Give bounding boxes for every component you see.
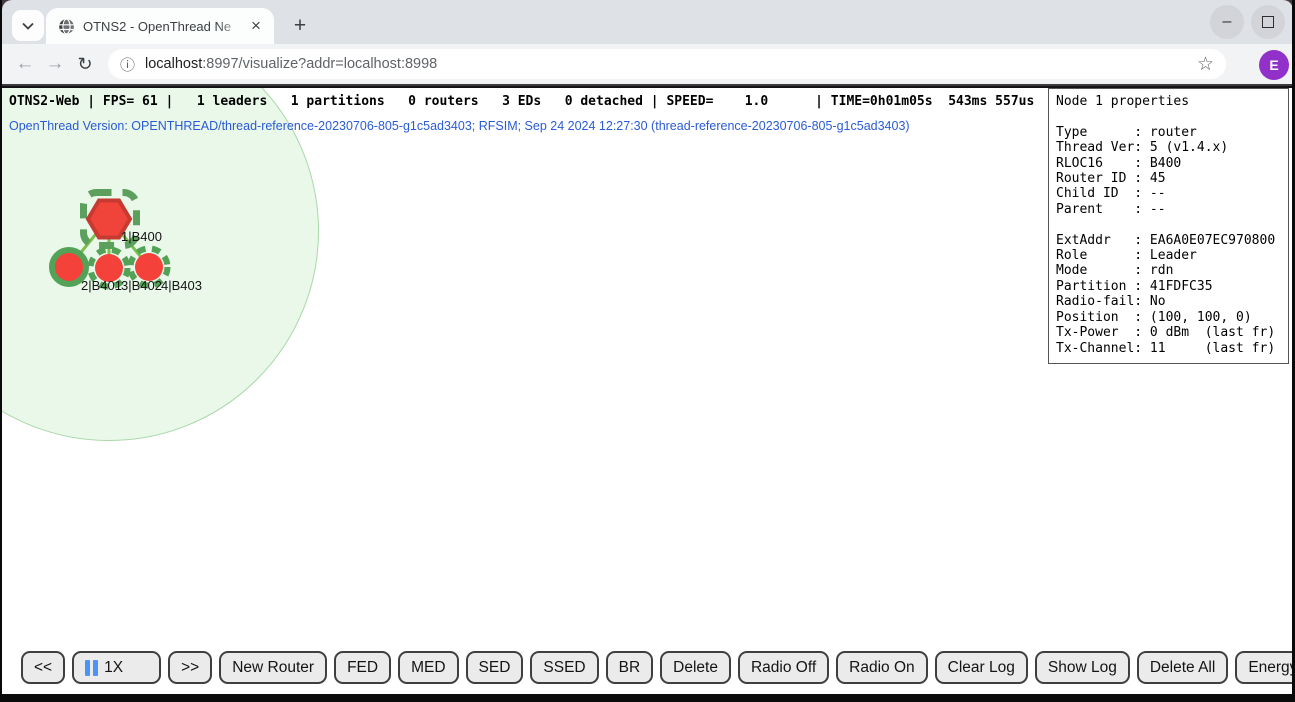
node-4-label: 4|B403 <box>161 278 202 293</box>
maximize-icon <box>1262 16 1274 28</box>
toolbar-button[interactable]: Clear Log <box>935 651 1028 684</box>
profile-avatar[interactable]: E <box>1259 50 1289 80</box>
node-2-label: 2|B401 <box>81 278 122 293</box>
globe-favicon-icon <box>58 18 75 35</box>
fast-forward-button[interactable]: >> <box>168 651 212 684</box>
site-info-icon[interactable]: ⓘ <box>120 54 135 75</box>
tab-otns2[interactable]: OTNS2 - OpenThread Ne × <box>46 8 274 44</box>
reload-icon[interactable]: ↻ <box>70 54 100 75</box>
speed-pause-button[interactable]: 1X <box>72 651 161 684</box>
openthread-version-link[interactable]: OpenThread Version: OPENTHREAD/thread-re… <box>9 119 910 133</box>
tab-search-chevron-button[interactable] <box>12 10 44 41</box>
window-maximize-button[interactable] <box>1251 5 1285 39</box>
address-bar[interactable]: ⓘ localhost:8997/visualize?addr=localhos… <box>108 49 1226 79</box>
url-host: localhost <box>145 56 202 72</box>
new-tab-button[interactable]: + <box>285 12 315 40</box>
forward-icon[interactable]: → <box>40 53 70 75</box>
window-minimize-button[interactable]: – <box>1210 5 1244 39</box>
toolbar-button[interactable]: FED <box>334 651 391 684</box>
toolbar-button[interactable]: SED <box>466 651 524 684</box>
rewind-button[interactable]: << <box>21 651 65 684</box>
toolbar-button[interactable]: Radio Off <box>738 651 829 684</box>
minimize-icon: – <box>1223 17 1232 27</box>
toolbar-button[interactable]: Energy-stats ↗ <box>1235 651 1292 684</box>
toolbar-button[interactable]: Show Log <box>1035 651 1130 684</box>
simulation-status-bar: OTNS2-Web | FPS= 61 | 1 leaders 1 partit… <box>9 94 1034 109</box>
tab-strip: OTNS2 - OpenThread Ne × + – <box>2 0 1293 44</box>
browser-window: OTNS2 - OpenThread Ne × + – ← → ↻ ⓘ loca… <box>0 0 1295 702</box>
tab-title: OTNS2 - OpenThread Ne <box>83 19 246 34</box>
url-path: :8997/visualize?addr=localhost:8998 <box>202 56 437 72</box>
toolbar-button[interactable]: MED <box>398 651 458 684</box>
bookmark-star-icon[interactable]: ☆ <box>1197 53 1214 76</box>
node-1-label: 1|B400 <box>121 229 162 244</box>
back-icon[interactable]: ← <box>10 53 40 75</box>
simulation-toolbar: << 1X >> New Router FED MED SED SSED BR … <box>21 651 1292 684</box>
tab-close-icon[interactable]: × <box>246 16 266 36</box>
browser-toolbar: ← → ↻ ⓘ localhost:8997/visualize?addr=lo… <box>2 44 1293 86</box>
toolbar-button[interactable]: SSED <box>530 651 598 684</box>
toolbar-button[interactable]: New Router <box>219 651 327 684</box>
otns-canvas: 1|B400 2|B401 3|B402 4|B403 OTNS2-Web | … <box>2 88 1292 694</box>
node-3-label: 3|B402 <box>121 278 162 293</box>
window-border-bottom <box>0 694 1295 702</box>
node-properties-text: Node 1 properties Type : router Thread V… <box>1056 94 1281 356</box>
toolbar-button[interactable]: Radio On <box>836 651 927 684</box>
node-properties-panel: Node 1 properties Type : router Thread V… <box>1048 88 1289 364</box>
chevron-down-icon <box>22 22 34 30</box>
url-text[interactable]: localhost:8997/visualize?addr=localhost:… <box>145 56 1189 72</box>
toolbar-button[interactable]: Delete <box>660 651 731 684</box>
toolbar-button[interactable]: BR <box>606 651 654 684</box>
pause-icon <box>85 660 90 676</box>
pause-icon <box>93 660 98 676</box>
toolbar-button[interactable]: Delete All <box>1137 651 1228 684</box>
speed-label: 1X <box>104 659 123 677</box>
